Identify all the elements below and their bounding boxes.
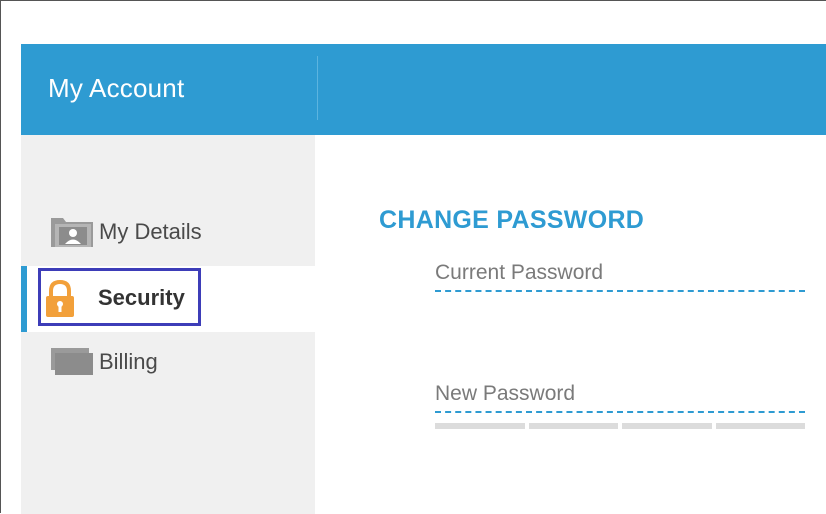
header-bar: My Account xyxy=(21,44,826,135)
header-divider xyxy=(317,56,318,120)
strength-segment xyxy=(528,423,618,429)
strength-segment xyxy=(715,423,805,429)
password-strength-meter xyxy=(435,423,805,429)
app-window: My Account My Details Security Billing C… xyxy=(0,0,826,514)
sidebar-item-label: Security xyxy=(98,285,185,310)
sidebar-item-my-details[interactable]: My Details xyxy=(21,201,315,263)
card-folder-icon xyxy=(49,345,95,379)
sidebar-item-label: Billing xyxy=(99,349,158,374)
current-password-input[interactable] xyxy=(435,290,805,292)
current-password-field[interactable]: Current Password xyxy=(435,261,805,292)
new-password-field[interactable]: New Password xyxy=(435,382,805,413)
current-password-label: Current Password xyxy=(435,261,604,284)
new-password-label: New Password xyxy=(435,382,576,405)
section-title: CHANGE PASSWORD xyxy=(379,206,645,234)
new-password-input[interactable] xyxy=(435,411,805,413)
lock-icon xyxy=(41,279,79,319)
page-title: My Account xyxy=(48,73,185,103)
strength-segment xyxy=(435,423,525,429)
sidebar-item-billing[interactable]: Billing xyxy=(21,333,315,395)
active-indicator xyxy=(21,266,27,332)
person-folder-icon xyxy=(49,215,95,249)
sidebar-item-security[interactable]: Security xyxy=(21,266,315,332)
strength-segment xyxy=(622,423,712,429)
main-content: CHANGE PASSWORD Current Password New Pas… xyxy=(315,135,826,514)
sidebar: My Details Security Billing xyxy=(21,135,315,514)
sidebar-item-label: My Details xyxy=(99,219,202,244)
